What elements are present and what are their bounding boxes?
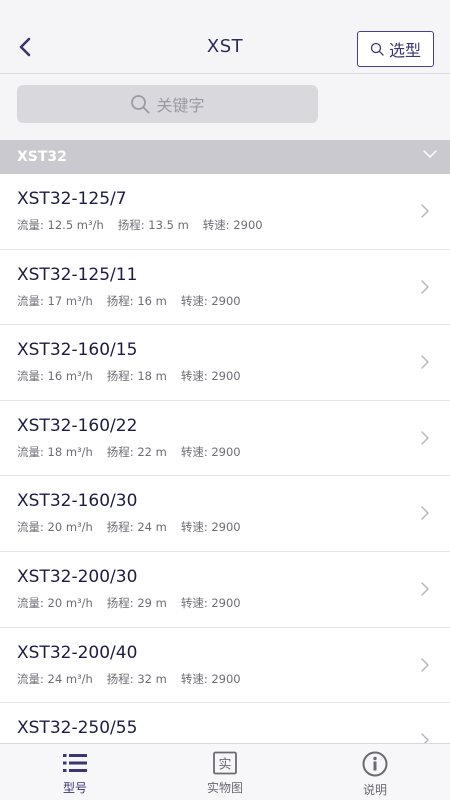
model-specs: 流量: 20 m³/h 扬程: 29 m 转速: 2900: [17, 595, 255, 611]
model-name: XST32-125/7: [17, 189, 127, 209]
tab-label: 实物图: [206, 781, 243, 795]
speed-value: 转速: 2900: [180, 671, 241, 686]
flow-value: 流量: 20 m³/h: [17, 520, 93, 535]
model-name: XST32-200/30: [17, 566, 138, 587]
model-specs: 流量: 17 m³/h 扬程: 16 m 转速: 2900: [17, 293, 255, 309]
search-input[interactable]: 关键字: [17, 85, 318, 123]
model-specs: 流量: 12.5 m³/h 扬程: 13.5 m 转速: 2900: [17, 217, 277, 233]
flow-value: 流量: 18 m³/h: [17, 444, 93, 459]
model-name: XST32-200/40: [17, 642, 138, 663]
select-button[interactable]: 选型: [357, 31, 434, 67]
model-specs: 流量: 18 m³/h 扬程: 22 m 转速: 2900: [17, 444, 255, 460]
select-button-label: 选型: [388, 41, 421, 60]
speed-value: 转速: 2900: [180, 595, 241, 610]
model-name: XST32-160/22: [17, 415, 138, 436]
head-value: 扬程: 24 m: [106, 520, 167, 535]
search-placeholder: 关键字: [156, 96, 205, 115]
info-icon: [362, 751, 388, 777]
speed-value: 转速: 2900: [180, 369, 241, 384]
model-specs: 流量: 16 m³/h 扬程: 18 m 转速: 2900: [17, 368, 255, 384]
list-item[interactable]: XST32-250/55: [0, 703, 450, 743]
speed-value: 转速: 2900: [202, 218, 263, 232]
chevron-right-icon: [421, 582, 429, 596]
chevron-right-icon: [421, 279, 429, 294]
chevron-down-icon: [423, 150, 437, 158]
chevron-right-icon: [421, 431, 429, 445]
photo-icon: 实: [213, 751, 237, 775]
speed-value: 转速: 2900: [180, 444, 241, 459]
group-header-xst32[interactable]: XST32: [0, 140, 450, 174]
svg-text:实: 实: [218, 758, 231, 773]
speed-value: 转速: 2900: [180, 520, 241, 535]
flow-value: 流量: 16 m³/h: [17, 369, 93, 384]
model-specs: 流量: 24 m³/h 扬程: 32 m 转速: 2900: [17, 671, 255, 687]
tab-label: 说明: [362, 783, 387, 797]
model-name: XST32-160/30: [17, 491, 138, 512]
head-value: 扬程: 13.5 m: [117, 218, 189, 232]
list-item[interactable]: XST32-160/15 流量: 16 m³/h 扬程: 18 m 转速: 2900: [0, 325, 450, 401]
chevron-right-icon: [421, 733, 429, 743]
chevron-right-icon: [421, 506, 429, 521]
head-value: 扬程: 29 m: [106, 595, 167, 610]
flow-value: 流量: 12.5 m³/h: [17, 218, 104, 232]
model-name: XST32-250/55: [17, 718, 138, 739]
search-icon: [370, 42, 384, 56]
tab-models[interactable]: 型号: [0, 744, 150, 800]
list-item[interactable]: XST32-200/30 流量: 20 m³/h 扬程: 29 m 转速: 2900: [0, 551, 450, 628]
model-name: XST32-125/11: [17, 264, 138, 285]
list-item[interactable]: XST32-125/7 流量: 12.5 m³/h 扬程: 13.5 m 转速: 2…: [0, 174, 450, 250]
tab-photos[interactable]: 实 实物图: [150, 744, 300, 800]
flow-value: 流量: 24 m³/h: [17, 671, 93, 686]
model-name: XST32-160/15: [17, 340, 138, 361]
search-icon: [131, 95, 150, 114]
group-title: XST32: [17, 149, 67, 165]
flow-value: 流量: 20 m³/h: [17, 595, 93, 610]
head-value: 扬程: 16 m: [106, 293, 167, 308]
head-value: 扬程: 18 m: [106, 369, 167, 384]
model-list: XST32-125/7 流量: 12.5 m³/h 扬程: 13.5 m 转速: 2…: [0, 174, 450, 743]
head-value: 扬程: 32 m: [106, 671, 167, 686]
list-item[interactable]: XST32-200/40 流量: 24 m³/h 扬程: 32 m 转速: 2900: [0, 627, 450, 704]
list-icon: [63, 754, 87, 772]
model-specs: 流量: 20 m³/h 扬程: 24 m 转速: 2900: [17, 519, 255, 535]
chevron-right-icon: [421, 657, 429, 672]
search-area: 关键字: [0, 74, 450, 140]
list-item[interactable]: XST32-125/11 流量: 17 m³/h 扬程: 16 m 转速: 2900: [0, 249, 450, 326]
head-value: 扬程: 22 m: [106, 444, 167, 459]
chevron-right-icon: [421, 204, 429, 218]
tab-label: 型号: [62, 781, 87, 795]
list-item[interactable]: XST32-160/30 流量: 20 m³/h 扬程: 24 m 转速: 2900: [0, 476, 450, 552]
list-item[interactable]: XST32-160/22 流量: 18 m³/h 扬程: 22 m 转速: 2900: [0, 400, 450, 477]
chevron-right-icon: [421, 355, 429, 369]
speed-value: 转速: 2900: [180, 293, 241, 308]
top-bar: XST 选型: [0, 0, 450, 74]
tab-info[interactable]: 说明: [300, 744, 450, 800]
bottom-tab-bar: 型号 实 实物图 说明: [0, 743, 450, 800]
flow-value: 流量: 17 m³/h: [17, 293, 93, 308]
